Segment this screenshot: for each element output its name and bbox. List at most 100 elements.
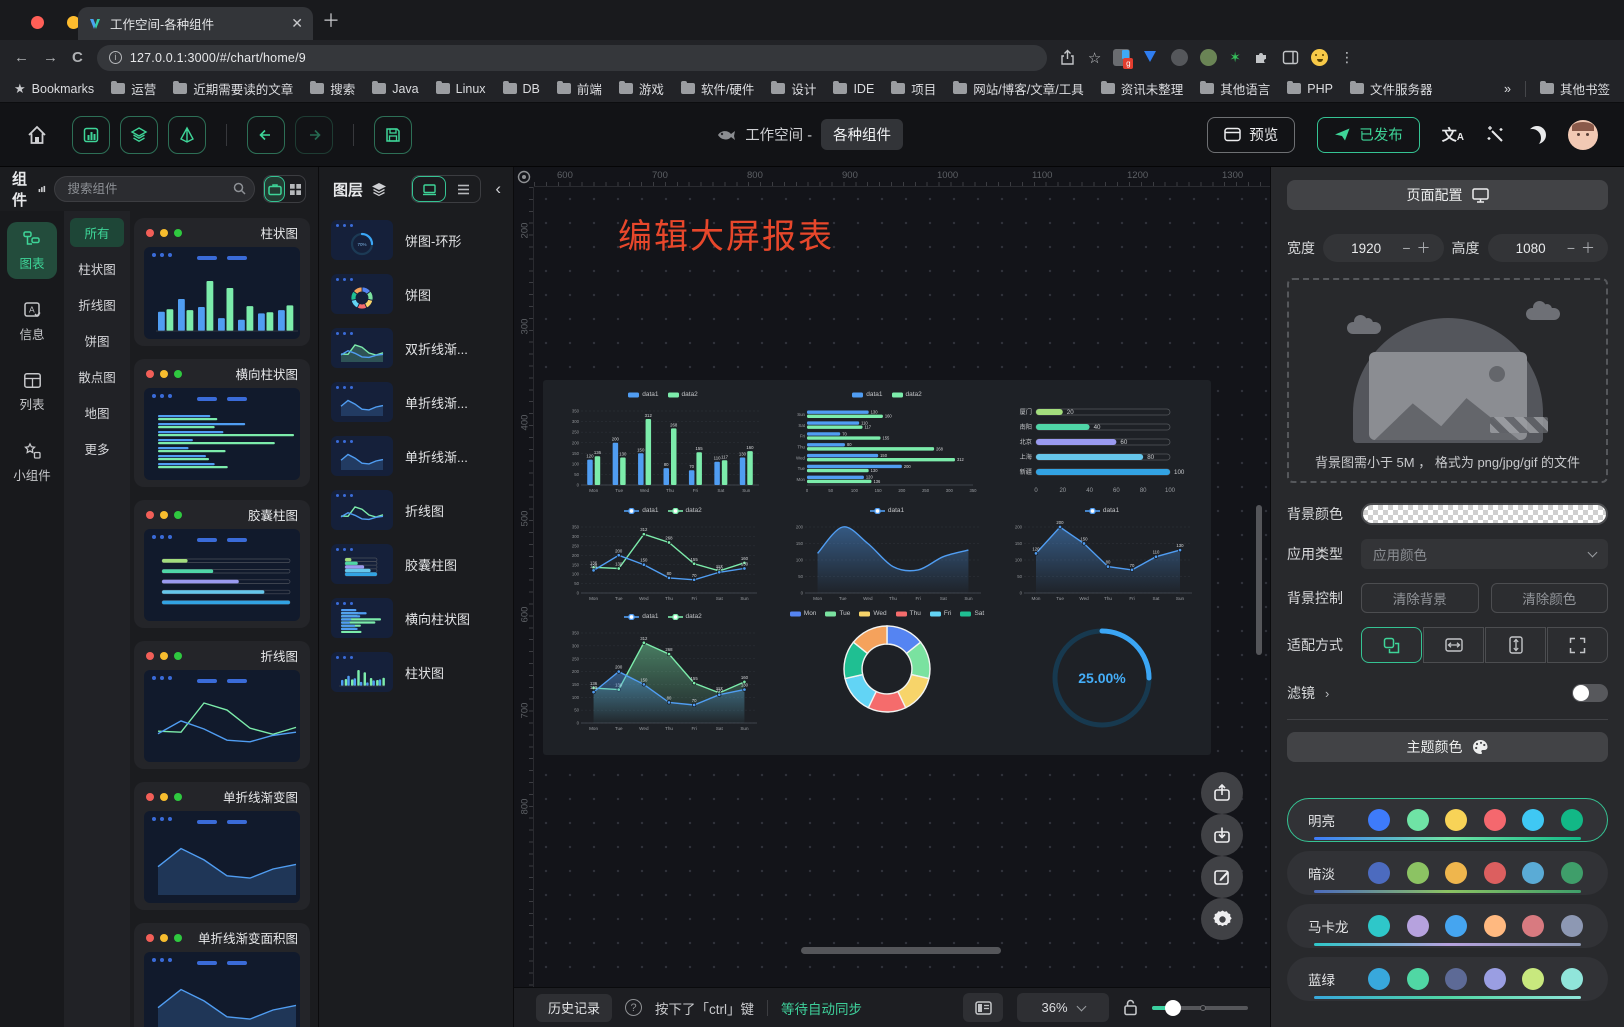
decrement-icon[interactable]: − — [1399, 240, 1413, 256]
sidebar-nav-小组件[interactable]: 小组件 — [7, 434, 57, 491]
layout-toggle-button[interactable] — [963, 993, 1003, 1022]
zoom-slider[interactable] — [1152, 1000, 1248, 1016]
tab-close-icon[interactable]: ✕ — [291, 15, 303, 32]
help-icon[interactable]: ? — [625, 999, 642, 1016]
canvas-chart-line-area[interactable]: data1050100150200MonTueWedThuFriSatSun12… — [999, 504, 1205, 610]
bookmark-item[interactable]: 前端 — [557, 79, 602, 98]
layer-item[interactable]: 单折线渐... — [331, 436, 503, 476]
theme-color-dot[interactable] — [1522, 968, 1544, 990]
dark-mode-icon[interactable] — [1528, 126, 1546, 144]
theme-row-明亮[interactable]: 明亮 — [1287, 798, 1608, 842]
theme-color-dot[interactable] — [1484, 915, 1506, 937]
component-card-横向柱状图[interactable]: 横向柱状图 — [134, 359, 310, 487]
bookmark-item[interactable]: DB — [503, 82, 540, 96]
theme-color-header[interactable]: 主题颜色 — [1287, 732, 1608, 762]
legend-item[interactable]: data2 — [668, 613, 702, 620]
theme-color-dot[interactable] — [1561, 862, 1583, 884]
theme-color-dot[interactable] — [1445, 968, 1467, 990]
legend-item[interactable]: data1 — [870, 507, 904, 514]
app-type-select[interactable]: 应用颜色 — [1361, 539, 1608, 569]
legend-item[interactable]: data2 — [668, 507, 702, 514]
layer-item[interactable]: 胶囊柱图 — [331, 544, 503, 584]
background-upload-dropzone[interactable]: 背景图需小于 5M ， 格式为 png/jpg/gif 的文件 — [1287, 278, 1608, 483]
bookmark-item[interactable]: 软件/硬件 — [681, 79, 754, 98]
component-card-折线图[interactable]: 折线图 — [134, 641, 310, 769]
layer-item[interactable]: 横向柱状图 — [331, 598, 503, 638]
collapse-panel-icon[interactable]: ‹ — [495, 179, 501, 199]
editor-canvas[interactable]: 6007008009001000110012001300 20030040050… — [513, 167, 1270, 1027]
bookmark-star-icon[interactable]: ☆ — [1088, 49, 1101, 67]
layer-item[interactable]: 折线图 — [331, 490, 503, 530]
chart-panel-toggle-button[interactable] — [72, 116, 110, 154]
legend-item[interactable]: data1 — [624, 507, 658, 514]
theme-color-dot[interactable] — [1561, 968, 1583, 990]
sidebar-icon[interactable] — [1282, 49, 1299, 66]
bookmark-item[interactable]: 运营 — [111, 79, 156, 98]
bookmark-item[interactable]: Linux — [436, 82, 486, 96]
extension-star-icon[interactable]: ✶ — [1229, 49, 1241, 66]
theme-color-dot[interactable] — [1522, 915, 1544, 937]
category-散点图[interactable]: 散点图 — [70, 362, 124, 391]
bookmark-item[interactable]: 项目 — [891, 79, 936, 98]
component-card-单折线渐变图[interactable]: 单折线渐变图 — [134, 782, 310, 910]
canvas-chart-donut[interactable]: MonTueWedThuFriSatSun — [775, 610, 999, 745]
language-icon[interactable]: 文A — [1442, 124, 1464, 145]
forward-icon[interactable]: → — [43, 49, 58, 66]
height-value[interactable]: 1080 — [1498, 241, 1564, 256]
bookmark-item[interactable]: IDE — [833, 82, 874, 96]
thumbnail-view-toggle[interactable] — [412, 176, 446, 202]
theme-color-dot[interactable] — [1445, 862, 1467, 884]
browser-menu-icon[interactable]: ⋮ — [1340, 49, 1354, 66]
category-饼图[interactable]: 饼图 — [70, 326, 124, 355]
theme-color-dot[interactable] — [1368, 968, 1390, 990]
undo-button[interactable] — [247, 116, 285, 154]
theme-color-dot[interactable] — [1407, 862, 1429, 884]
theme-color-dot[interactable] — [1484, 968, 1506, 990]
bookmark-item[interactable]: 文件服务器 — [1350, 79, 1433, 98]
legend-item[interactable]: Thu — [896, 610, 921, 617]
sidebar-nav-列表[interactable]: 列表 — [7, 364, 57, 420]
theme-color-dot[interactable] — [1484, 862, 1506, 884]
legend-item[interactable]: data2 — [668, 391, 698, 398]
theme-color-dot[interactable] — [1407, 915, 1429, 937]
bookmark-item[interactable]: 网站/博客/文章/工具 — [953, 79, 1083, 98]
save-button[interactable] — [374, 116, 412, 154]
lock-icon[interactable] — [1123, 999, 1138, 1016]
home-icon[interactable] — [26, 124, 48, 146]
width-value[interactable]: 1920 — [1333, 241, 1399, 256]
grid-view-toggle[interactable] — [285, 176, 305, 202]
bookmark-item[interactable]: 搜索 — [310, 79, 355, 98]
back-icon[interactable]: ← — [14, 49, 29, 66]
layer-item[interactable]: 双折线渐... — [331, 328, 503, 368]
bookmarks-manager[interactable]: ★ Bookmarks — [14, 81, 94, 97]
component-card-胶囊柱图[interactable]: 胶囊柱图 — [134, 500, 310, 628]
extension-olive-icon[interactable] — [1200, 49, 1217, 66]
site-info-icon[interactable]: i — [109, 51, 122, 64]
adapt-height-button[interactable] — [1485, 627, 1546, 663]
theme-color-dot[interactable] — [1368, 915, 1390, 937]
theme-row-暗淡[interactable]: 暗淡 — [1287, 851, 1608, 895]
increment-icon[interactable]: ＋ — [1414, 238, 1434, 258]
legend-item[interactable]: Fri — [930, 610, 952, 617]
adapt-width-button[interactable] — [1423, 627, 1484, 663]
width-stepper[interactable]: 1920 − ＋ — [1323, 234, 1444, 262]
window-close-button[interactable] — [31, 16, 44, 29]
redo-button[interactable] — [295, 116, 333, 154]
component-card-柱状图[interactable]: 柱状图 — [134, 218, 310, 346]
bookmark-item[interactable]: 近期需要读的文章 — [173, 79, 293, 98]
history-button[interactable]: 历史记录 — [536, 994, 612, 1022]
list-view-toggle[interactable] — [446, 176, 480, 202]
component-card-单折线渐变面积图[interactable]: 单折线渐变面积图 — [134, 923, 310, 1027]
detail-panel-toggle-button[interactable] — [168, 116, 206, 154]
magic-wand-icon[interactable] — [1486, 125, 1506, 145]
theme-row-蓝绿[interactable]: 蓝绿 — [1287, 957, 1608, 1001]
canvas-chart-line-two-area[interactable]: data1data2050100150200250300350MonTueWed… — [551, 610, 775, 745]
legend-item[interactable]: Sat — [960, 610, 984, 617]
extension-dark-icon[interactable] — [1171, 49, 1188, 66]
ruler-corner[interactable] — [514, 167, 534, 187]
category-地图[interactable]: 地图 — [70, 398, 124, 427]
theme-color-dot[interactable] — [1445, 809, 1467, 831]
bg-color-swatch[interactable] — [1361, 503, 1608, 525]
browser-tab[interactable]: 工作空间-各种组件 ✕ — [78, 7, 313, 40]
filter-toggle[interactable] — [1572, 684, 1608, 702]
